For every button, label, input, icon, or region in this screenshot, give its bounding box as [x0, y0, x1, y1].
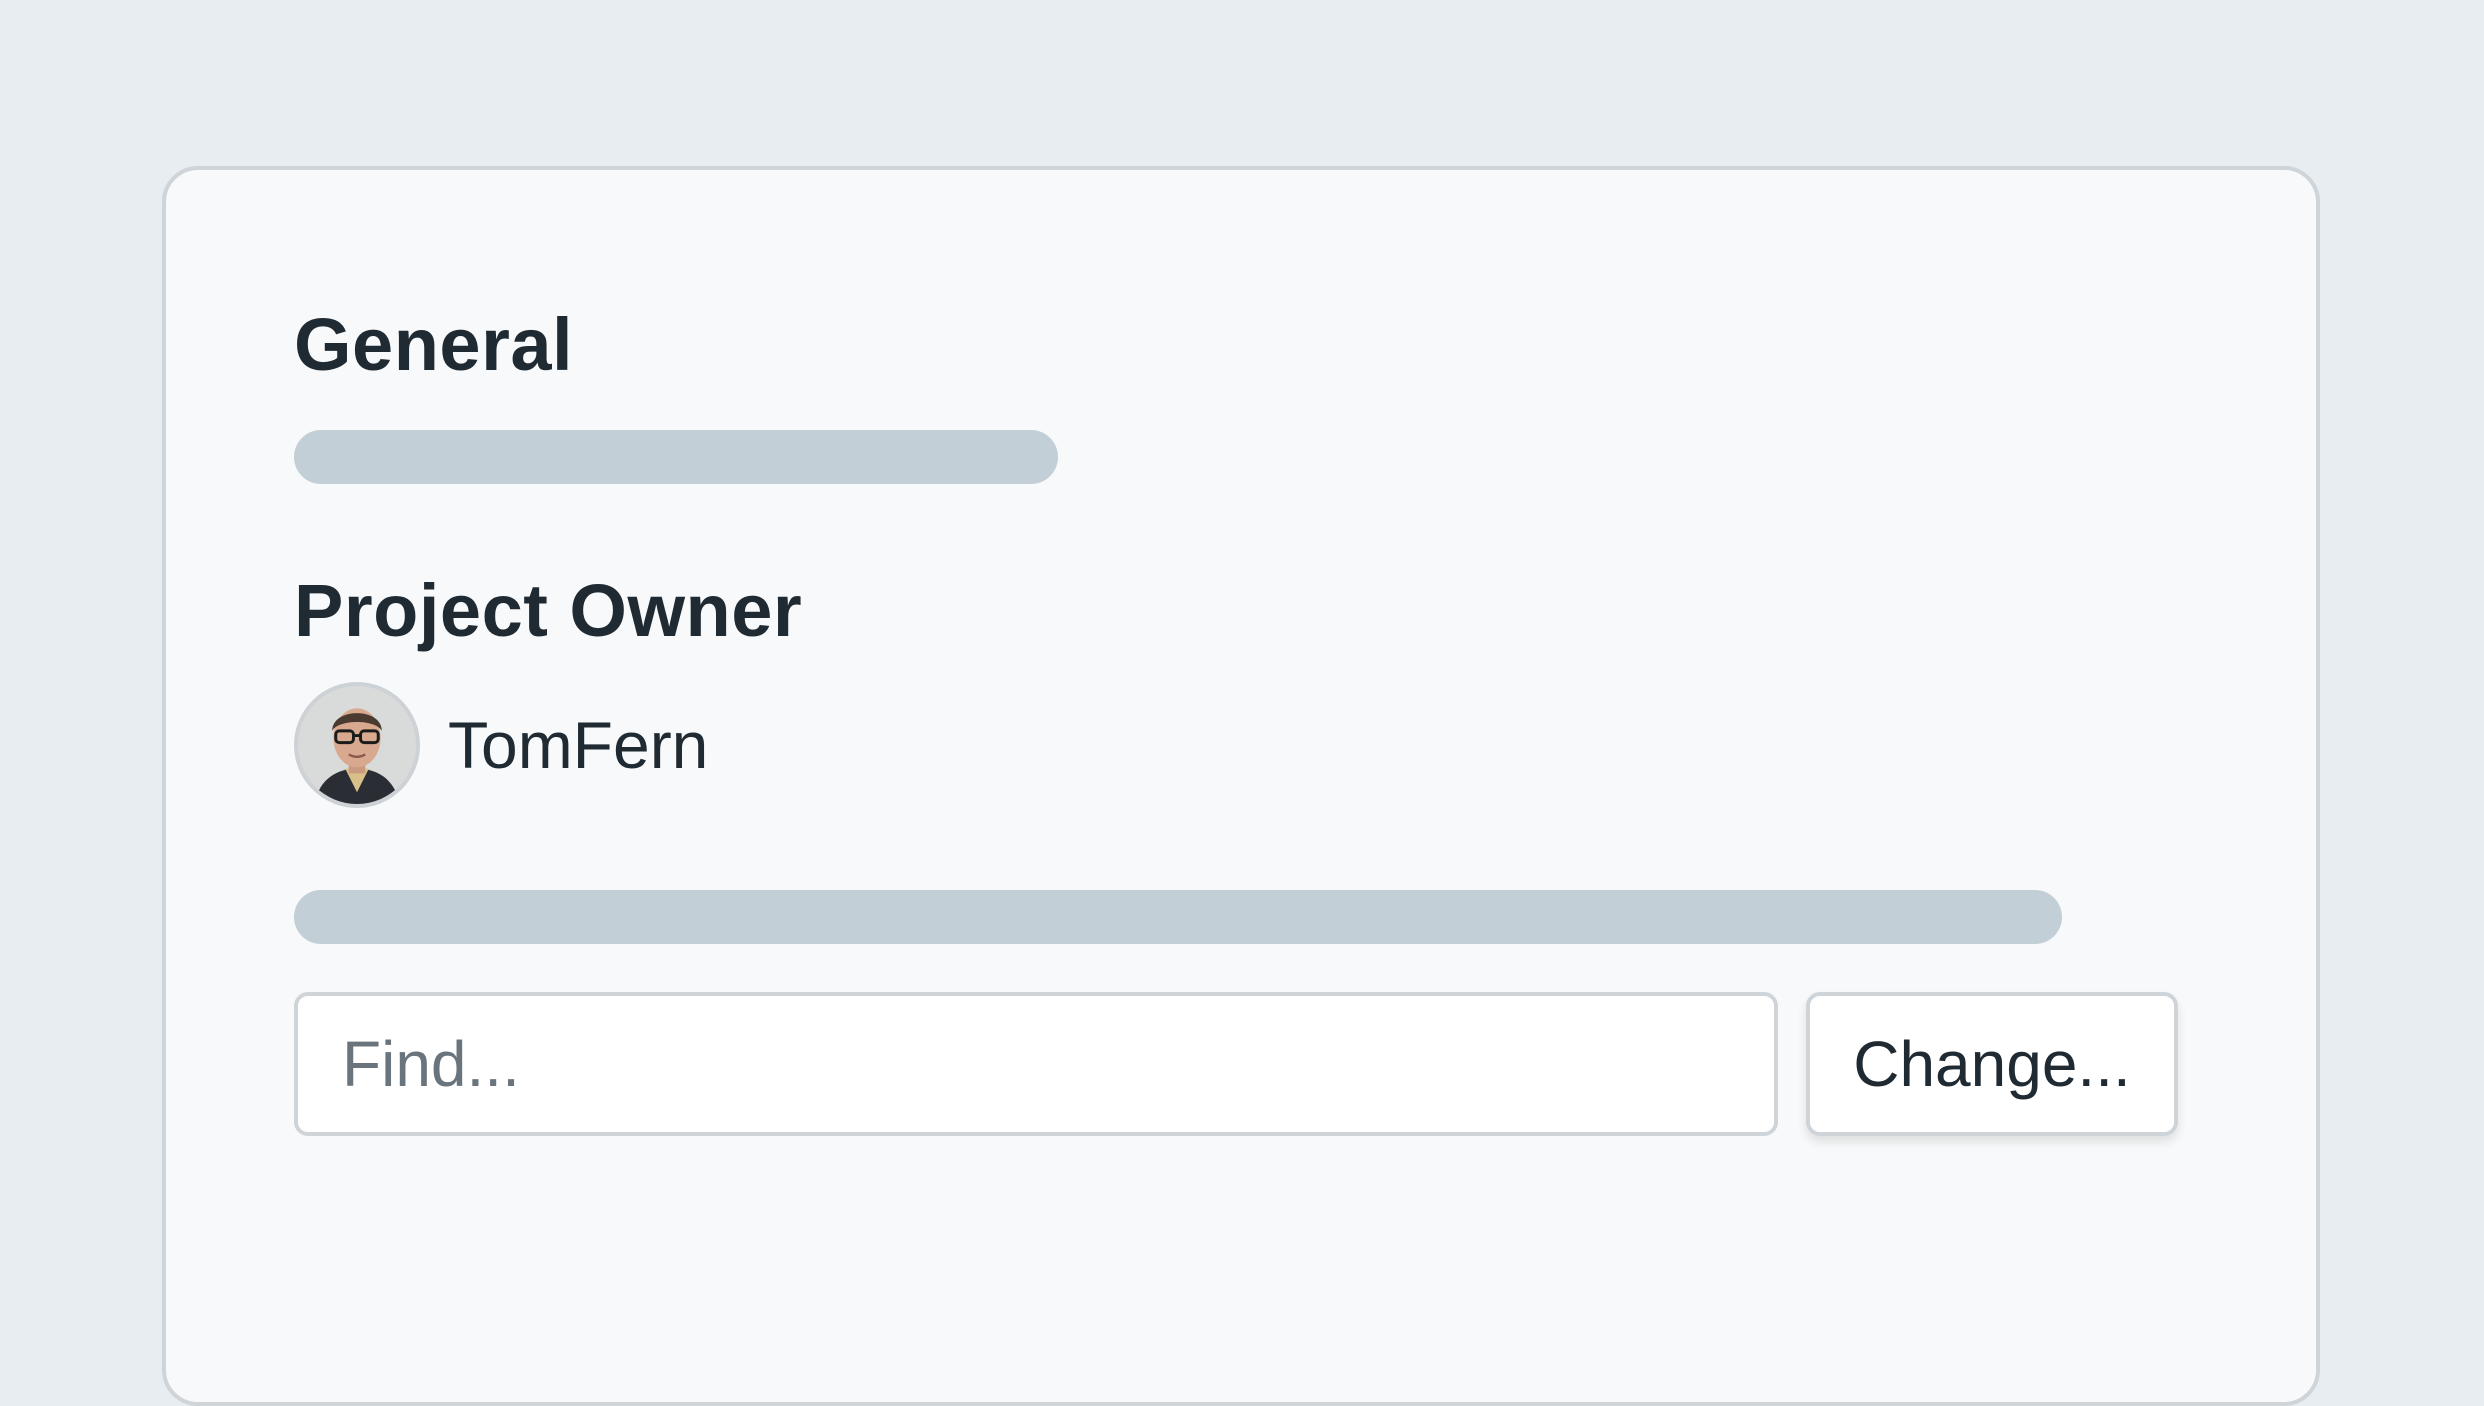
project-owner-row: TomFern: [294, 682, 708, 808]
owner-avatar: [294, 682, 420, 808]
change-owner-button[interactable]: Change...: [1806, 992, 2178, 1136]
loading-placeholder-bar: [294, 890, 2062, 944]
settings-panel: General Project Owner TomFern Change...: [162, 166, 2320, 1406]
owner-search-input[interactable]: [294, 992, 1778, 1136]
loading-placeholder-bar: [294, 430, 1058, 484]
general-heading: General: [294, 303, 574, 386]
project-owner-heading: Project Owner: [294, 569, 803, 652]
avatar-photo-icon: [298, 686, 416, 804]
owner-username: TomFern: [448, 708, 709, 782]
